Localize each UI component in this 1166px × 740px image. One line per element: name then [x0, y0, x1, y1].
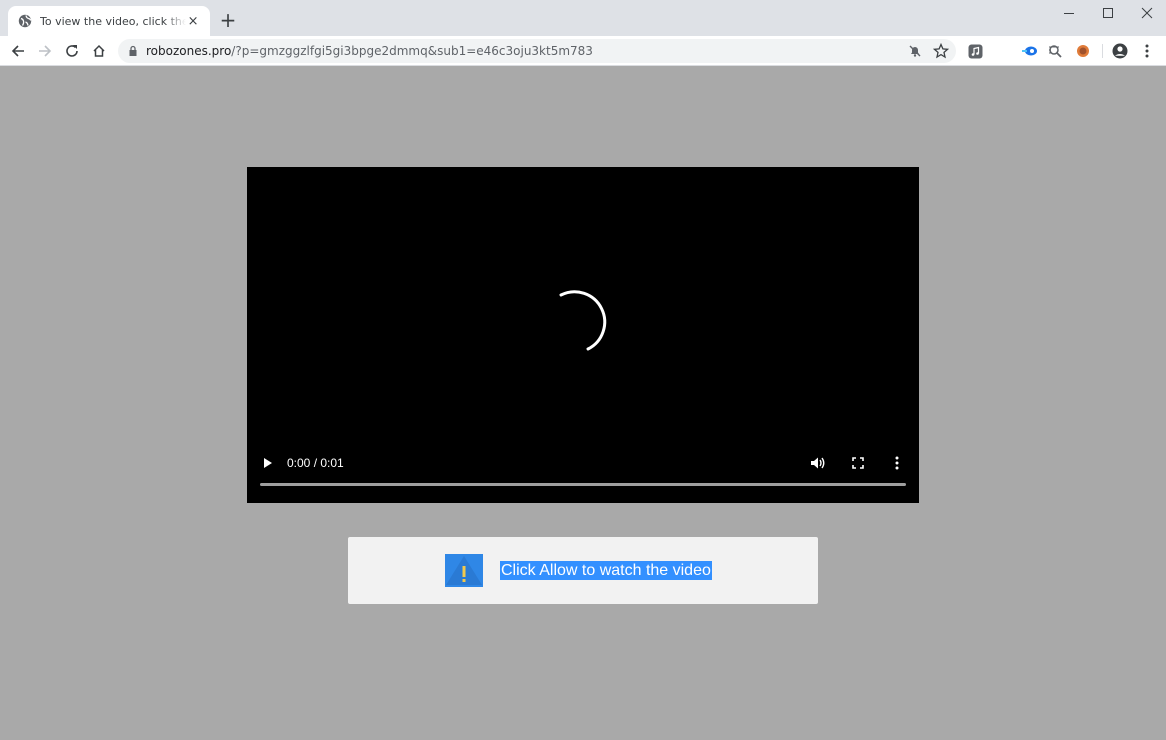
browser-tab[interactable]: To view the video, click the Allow × — [8, 6, 210, 36]
allow-message: Click Allow to watch the video — [500, 561, 712, 580]
menu-icon — [1145, 44, 1149, 58]
tab-strip: To view the video, click the Allow × + — [0, 0, 1166, 36]
music-extension-icon — [968, 44, 982, 58]
fullscreen-icon[interactable] — [852, 457, 864, 469]
url-host: robozones.pro — [146, 44, 232, 58]
back-button[interactable] — [8, 41, 28, 61]
profile-button[interactable] — [1112, 43, 1128, 59]
browser-toolbar: robozones.pro/?p=gmzggzlfgi5gi3bpge2dmmq… — [0, 36, 1166, 66]
toolbar-divider — [1102, 44, 1103, 58]
close-icon — [1141, 7, 1153, 19]
reload-button[interactable] — [62, 41, 82, 61]
extension-icon — [1022, 46, 1037, 56]
url-text: robozones.pro/?p=gmzggzlfgi5gi3bpge2dmmq… — [146, 44, 593, 58]
profile-icon — [1112, 43, 1128, 59]
notifications-blocked-icon[interactable] — [908, 44, 922, 58]
lock-icon — [129, 45, 137, 56]
volume-icon[interactable] — [810, 456, 826, 470]
music-extension-button[interactable] — [967, 43, 983, 59]
minimize-icon — [1064, 13, 1074, 14]
video-progress-bar[interactable] — [260, 483, 906, 486]
maximize-icon — [1103, 8, 1113, 18]
allow-notice-box: Click Allow to watch the video — [348, 537, 818, 604]
home-button[interactable] — [89, 41, 109, 61]
video-time: 0:00 / 0:01 — [287, 456, 344, 470]
address-bar[interactable]: robozones.pro/?p=gmzggzlfgi5gi3bpge2dmmq… — [118, 39, 956, 63]
play-icon[interactable] — [263, 457, 273, 469]
bookmark-star-icon[interactable] — [933, 43, 949, 59]
more-options-icon[interactable] — [895, 456, 899, 470]
home-icon — [93, 44, 105, 57]
warning-icon — [445, 554, 483, 587]
forward-icon — [39, 45, 52, 57]
loading-spinner-icon — [559, 290, 607, 351]
back-icon — [11, 45, 24, 57]
extension-icon — [1049, 45, 1062, 58]
extension-button[interactable] — [1048, 43, 1064, 59]
extension-icon — [1077, 45, 1089, 57]
window-close-button[interactable] — [1124, 4, 1166, 22]
menu-button[interactable] — [1139, 43, 1155, 59]
globe-icon — [18, 14, 32, 28]
tab-close-button[interactable]: × — [186, 14, 200, 29]
tab-title: To view the video, click the Allow — [40, 14, 187, 28]
url-path: /?p=gmzggzlfgi5gi3bpge2dmmq&sub1=e46c3oj… — [231, 44, 593, 58]
reload-icon — [66, 45, 78, 57]
new-tab-button[interactable]: + — [218, 10, 238, 30]
extension-button[interactable] — [1022, 43, 1038, 59]
extension-button[interactable] — [1075, 43, 1091, 59]
forward-button[interactable] — [35, 41, 55, 61]
